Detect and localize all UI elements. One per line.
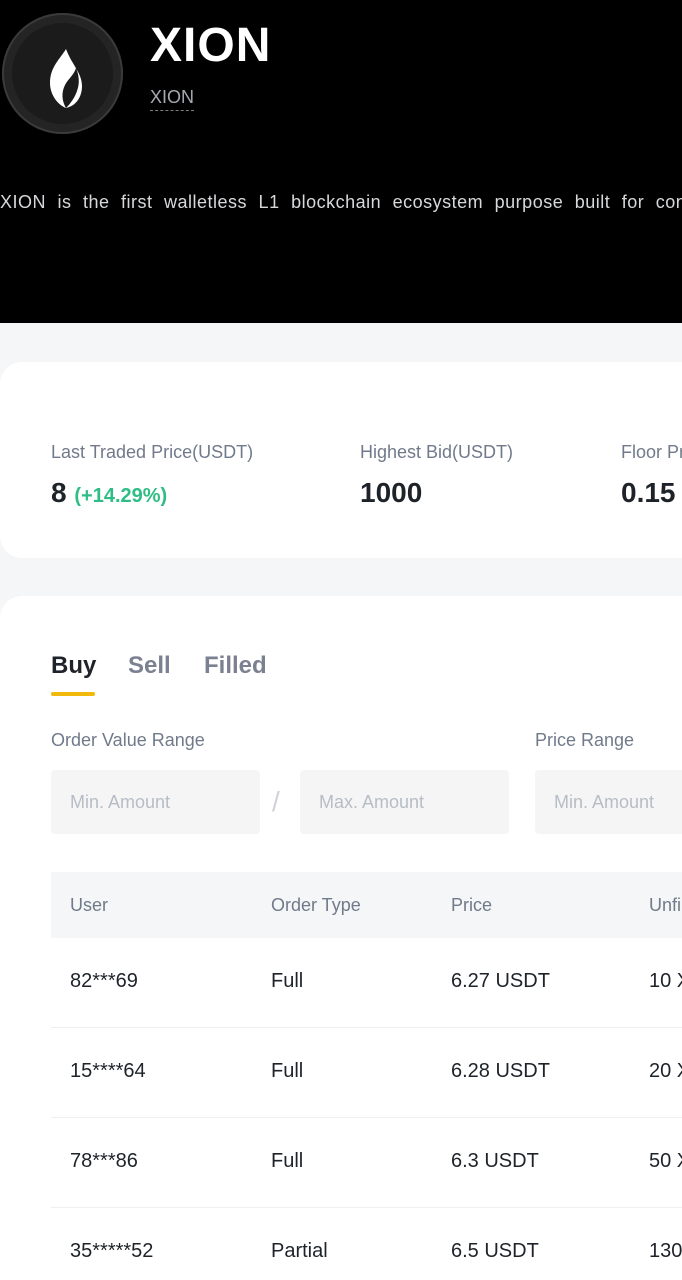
stat-value: 0.15 (621, 477, 676, 508)
cell-order-type: Full (271, 1150, 304, 1172)
cell-user: 82***69 (70, 970, 138, 992)
cell-order-type: Full (271, 970, 304, 992)
column-price: Price (451, 895, 493, 915)
stat-highest-bid: Highest Bid(USDT) 1000 (360, 442, 513, 509)
cell-price: 6.27 USDT (451, 970, 550, 992)
orders-card: Buy Sell Filled Order Value Range Price … (0, 596, 682, 1280)
order-value-range-label: Order Value Range (51, 730, 205, 750)
project-description: XION is the first walletless L1 blockcha… (0, 192, 682, 212)
stat-value: 1000 (360, 477, 423, 508)
cell-order-type: Partial (271, 1240, 328, 1262)
cell-unfilled: 10 XION (649, 970, 682, 992)
cell-order-type: Full (271, 1060, 304, 1082)
tab-sell[interactable]: Sell (128, 652, 171, 680)
column-order-type: Order Type (271, 895, 361, 915)
stat-label: Floor Price(USDT) (621, 442, 682, 462)
flame-logo-icon (2, 13, 123, 134)
cell-user: 35*****52 (70, 1240, 154, 1262)
order-value-max-input[interactable]: Max. Amount (300, 770, 509, 834)
column-user: User (70, 895, 109, 915)
cell-price: 6.28 USDT (451, 1060, 550, 1082)
project-header: XION XION XION is the first walletless L… (0, 0, 682, 323)
tab-buy[interactable]: Buy (51, 652, 96, 680)
table-row[interactable]: 78***86 Full 6.3 USDT 50 XION (51, 1118, 682, 1208)
price-range-min-input[interactable]: Min. Amount (535, 770, 682, 834)
stat-label: Highest Bid(USDT) (360, 442, 514, 462)
tab-filled[interactable]: Filled (204, 652, 267, 680)
cell-unfilled: 20 XION (649, 1060, 682, 1082)
last-price-value: 8 (51, 477, 67, 508)
cell-price: 6.3 USDT (451, 1150, 539, 1172)
stat-floor-price: Floor Price(USDT) 0.15 (621, 442, 682, 509)
price-range-label: Price Range (535, 730, 635, 750)
active-tab-indicator (51, 692, 95, 696)
cell-unfilled: 130 XION (649, 1240, 682, 1262)
stat-value: 8 (+14.29%) (51, 477, 253, 509)
project-title: XION (150, 19, 272, 72)
stat-last-traded-price: Last Traded Price(USDT) 8 (+14.29%) (51, 442, 253, 509)
cell-unfilled: 50 XION (649, 1150, 682, 1172)
price-change-badge: (+14.29%) (74, 485, 168, 507)
order-value-min-input[interactable]: Min. Amount (51, 770, 260, 834)
cell-user: 15****64 (70, 1060, 146, 1082)
column-unfilled: Unfilled (649, 895, 682, 915)
range-separator: / (272, 786, 280, 817)
project-symbol-link[interactable]: XION (150, 86, 195, 111)
market-stats-card: Last Traded Price(USDT) 8 (+14.29%) High… (0, 362, 682, 558)
cell-user: 78***86 (70, 1150, 138, 1172)
table-row[interactable]: 82***69 Full 6.27 USDT 10 XION (51, 938, 682, 1028)
table-row[interactable]: 35*****52 Partial 6.5 USDT 130 XION (51, 1208, 682, 1280)
cell-price: 6.5 USDT (451, 1240, 539, 1262)
table-row[interactable]: 15****64 Full 6.28 USDT 20 XION (51, 1028, 682, 1118)
stat-label: Last Traded Price(USDT) (51, 442, 254, 462)
orders-table-header: User Order Type Price Unfilled (51, 872, 682, 938)
